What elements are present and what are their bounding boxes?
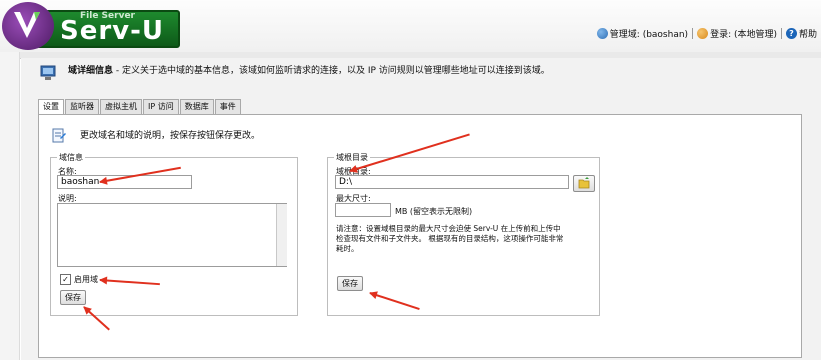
domain-save-button[interactable]: 保存 [60,290,86,305]
root-directory-legend: 域根目录 [336,153,368,162]
logo-title: Serv-U [60,16,165,46]
left-strip [0,52,20,360]
user-icon [697,28,709,39]
globe-icon [596,28,608,39]
login-link[interactable]: 登录: (本地管理) [697,27,777,40]
enable-domain-checkbox[interactable]: ✓ [60,274,71,285]
max-size-input[interactable] [335,203,391,217]
tab-ip-access[interactable]: IP 访问 [143,99,179,114]
root-save-button[interactable]: 保存 [337,276,363,291]
tab-bar: 设置 监听器 虚拟主机 IP 访问 数据库 事件 [38,99,242,115]
tab-database[interactable]: 数据库 [179,99,214,114]
domain-info-legend: 域信息 [59,153,83,162]
domain-description-textarea[interactable] [57,203,287,267]
tab-events[interactable]: 事件 [214,99,241,114]
logo-v-icon [14,12,40,38]
root-directory-input[interactable] [335,175,569,189]
help-link[interactable]: ? 帮助 [785,27,817,40]
page-info: 域详细信息 - 定义关于选中域的基本信息，该域如何监听请求的连接，以及 IP 访… [68,63,550,76]
settings-description: 更改域名和域的说明，按保存按钮保存更改。 [80,131,261,141]
app-header: File Server Serv-U 管理域: (baoshan) 登录: (本… [0,0,821,53]
tab-listeners[interactable]: 监听器 [65,99,99,114]
login-label: 登录: (本地管理) [710,30,777,40]
page-title: 域详细信息 [68,66,114,76]
edit-document-icon [52,128,66,143]
root-directory-note: 请注意：设置域根目录的最大尺寸会迫使 Serv-U 在上传前和上传中检查现有文件… [336,224,564,253]
max-size-unit: MB (留空表示无限制) [395,207,473,216]
tab-settings[interactable]: 设置 [38,99,64,115]
tab-virtual-hosts[interactable]: 虚拟主机 [100,99,142,114]
manage-domain-link[interactable]: 管理域: (baoshan) [596,27,689,40]
textarea-scrollbar[interactable] [276,204,287,266]
manage-domain-label: 管理域: (baoshan) [609,30,689,40]
help-icon: ? [785,28,797,39]
link-separator [692,28,694,39]
enable-domain-label: 启用域 [74,275,98,284]
browse-folder-button[interactable] [573,175,595,192]
serv-u-logo: File Server Serv-U [2,2,182,50]
help-label: 帮助 [798,30,817,40]
header-links: 管理域: (baoshan) 登录: (本地管理) ? 帮助 [596,27,817,40]
folder-browse-icon [578,177,590,189]
domain-info-icon [40,65,56,80]
link-separator [780,28,782,39]
page-description: - 定义关于选中域的基本信息，该域如何监听请求的连接，以及 IP 访问规则以管理… [113,66,550,76]
